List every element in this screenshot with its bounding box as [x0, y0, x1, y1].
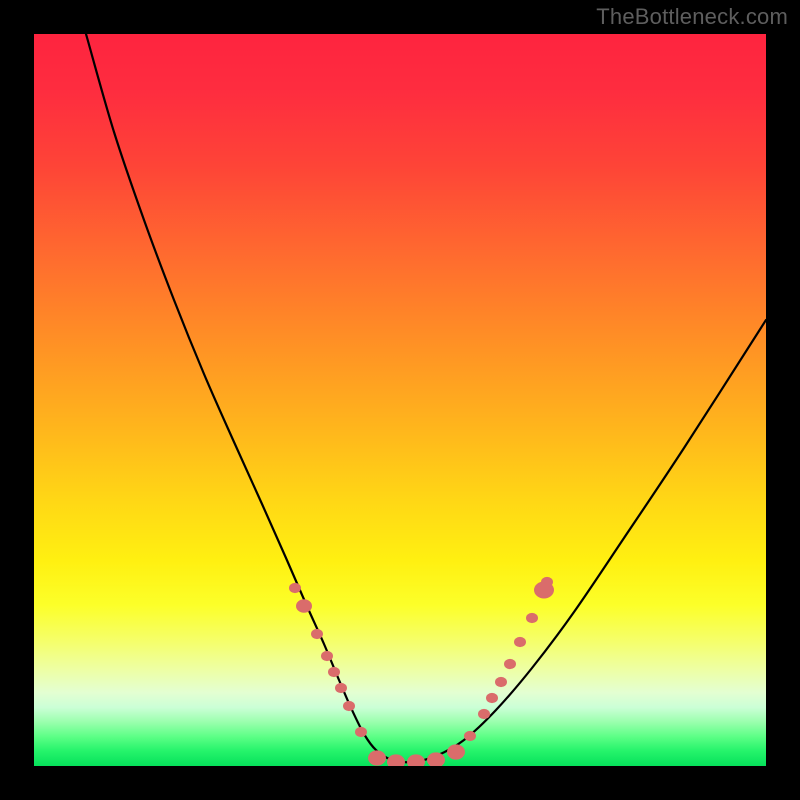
- curve-layer: [34, 34, 766, 766]
- data-marker: [464, 731, 476, 741]
- data-marker: [478, 709, 490, 719]
- data-marker: [321, 651, 333, 661]
- bottleneck-curve: [86, 34, 766, 762]
- data-marker: [541, 577, 553, 587]
- data-marker: [495, 677, 507, 687]
- data-marker: [427, 752, 445, 766]
- data-marker: [526, 613, 538, 623]
- marker-group: [289, 577, 554, 766]
- plot-area: [34, 34, 766, 766]
- data-marker: [504, 659, 516, 669]
- data-marker: [311, 629, 323, 639]
- data-marker: [296, 599, 312, 613]
- data-marker: [343, 701, 355, 711]
- watermark-text: TheBottleneck.com: [596, 4, 788, 30]
- chart-stage: TheBottleneck.com: [0, 0, 800, 800]
- data-marker: [335, 683, 347, 693]
- data-marker: [407, 754, 425, 766]
- data-marker: [355, 727, 367, 737]
- data-marker: [486, 693, 498, 703]
- data-marker: [368, 750, 386, 765]
- data-marker: [514, 637, 526, 647]
- data-marker: [447, 744, 465, 759]
- data-marker: [289, 583, 301, 593]
- data-marker: [328, 667, 340, 677]
- data-marker: [387, 754, 405, 766]
